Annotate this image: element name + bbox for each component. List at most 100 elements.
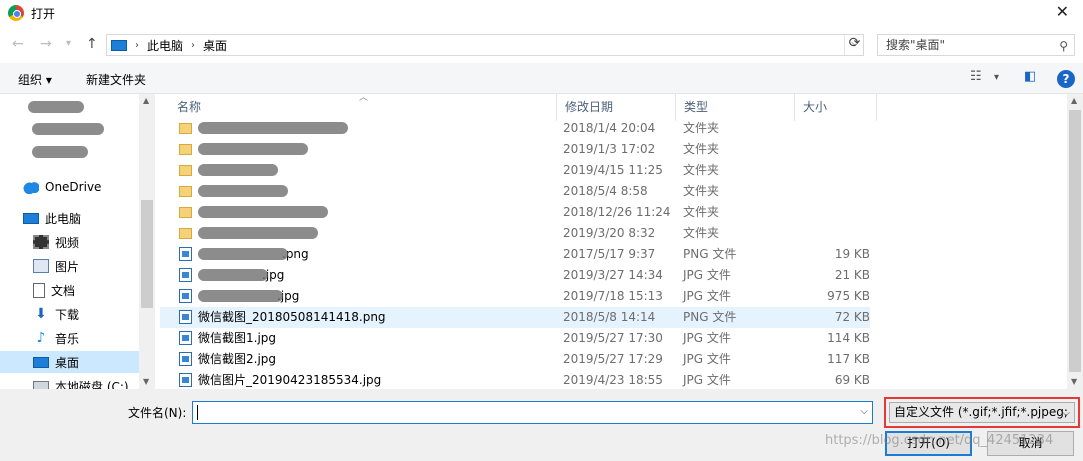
file-row[interactable]: 微信截图2.jpg 2019/5/27 17:29 JPG 文件 117 KB xyxy=(160,349,870,370)
image-file-icon xyxy=(179,352,192,366)
sidebar-item-videos[interactable]: 视频 xyxy=(0,231,139,253)
column-header-type[interactable]: 类型 xyxy=(676,94,795,121)
file-type: PNG 文件 xyxy=(683,310,737,324)
folder-icon xyxy=(179,165,192,176)
recent-locations-button[interactable]: ▾ xyxy=(66,38,71,49)
file-row[interactable]: 2018/5/4 8:58 文件夹 xyxy=(160,181,870,202)
sidebar-item-desktop[interactable]: 桌面 xyxy=(0,351,139,373)
folder-icon xyxy=(179,123,192,134)
chevron-down-icon[interactable]: ⌵ xyxy=(860,406,868,417)
search-icon[interactable]: ⚲ xyxy=(1059,36,1068,56)
search-input[interactable]: 搜索"桌面" ⚲ xyxy=(877,34,1075,56)
file-name: 微信图片_20190423185534.jpg xyxy=(198,373,382,387)
preview-pane-icon[interactable]: ◧ xyxy=(1024,69,1036,84)
sidebar-item-label: 本地磁盘 (C:) xyxy=(55,379,129,390)
new-folder-button[interactable]: 新建文件夹 xyxy=(86,71,146,88)
file-date: 2019/5/27 17:30 xyxy=(563,331,663,345)
file-type: 文件夹 xyxy=(683,121,720,135)
file-row[interactable]: .jpg 2019/7/18 15:13 JPG 文件 975 KB xyxy=(160,286,870,307)
redacted-item xyxy=(28,101,84,113)
file-row[interactable]: 2019/4/15 11:25 文件夹 xyxy=(160,160,870,181)
scrollbar-thumb[interactable] xyxy=(141,200,153,308)
sidebar-item-onedrive[interactable]: OneDrive xyxy=(0,176,139,198)
documents-icon xyxy=(33,282,45,298)
chevron-right-icon: › xyxy=(191,39,196,51)
file-date: 2018/5/8 14:14 xyxy=(563,310,656,324)
folder-icon xyxy=(179,228,192,239)
navigation-bar: ← → ▾ ↑ › 此电脑 › 桌面 ⌵ ⟳ 搜索"桌面" ⚲ xyxy=(0,26,1083,63)
file-date: 2019/3/27 14:34 xyxy=(563,268,663,282)
file-date: 2019/5/27 17:29 xyxy=(563,352,663,366)
file-date: 2019/4/15 11:25 xyxy=(563,163,663,177)
file-date: 2018/12/26 11:24 xyxy=(563,205,671,219)
redacted-name xyxy=(198,206,328,218)
chevron-down-icon[interactable]: ▾ xyxy=(994,72,999,83)
sidebar-item-pictures[interactable]: 图片 xyxy=(0,255,139,277)
file-row[interactable]: .png 2017/5/17 9:37 PNG 文件 19 KB xyxy=(160,244,870,265)
refresh-icon[interactable]: ⟳ xyxy=(844,35,864,55)
column-header-name[interactable]: 名称 xyxy=(169,94,557,121)
file-size: 117 KB xyxy=(827,352,870,366)
scroll-up-icon[interactable]: ▲ xyxy=(143,96,149,105)
sidebar-item-this-pc[interactable]: 此电脑 xyxy=(0,207,139,229)
organize-button[interactable]: 组织 ▾ xyxy=(18,71,52,88)
chevron-down-icon[interactable]: ⌵ xyxy=(1062,404,1070,422)
file-row[interactable]: 2019/1/3 17:02 文件夹 xyxy=(160,139,870,160)
sidebar-item-downloads[interactable]: ⬇ 下载 xyxy=(0,303,139,325)
close-button[interactable]: ✕ xyxy=(1056,2,1069,21)
breadcrumb-desktop[interactable]: 桌面 xyxy=(203,37,227,54)
desktop-icon xyxy=(33,356,49,368)
file-type-filter-highlight: 自定义文件 (*.gif;*.jfif;*.pjpeg; ⌵ xyxy=(884,397,1080,428)
filename-input[interactable]: ⌵ xyxy=(192,401,873,424)
file-row[interactable]: 2018/1/4 20:04 文件夹 xyxy=(160,118,870,139)
sidebar-item-music[interactable]: ♪ 音乐 xyxy=(0,327,139,349)
drive-icon xyxy=(33,381,49,389)
file-type: 文件夹 xyxy=(683,226,720,240)
forward-button[interactable]: → xyxy=(40,36,52,52)
chevron-right-icon: › xyxy=(135,39,139,51)
sidebar-item-local-disk-c[interactable]: 本地磁盘 (C:) xyxy=(0,375,139,389)
sidebar-item-label: 桌面 xyxy=(55,355,80,370)
file-row[interactable]: 微信图片_20190423185534.jpg 2019/4/23 18:55 JP… xyxy=(160,370,870,389)
column-header-size[interactable]: 大小 xyxy=(795,94,877,121)
scroll-down-icon[interactable]: ▼ xyxy=(1071,377,1077,386)
file-row[interactable]: 2018/12/26 11:24 文件夹 xyxy=(160,202,870,223)
file-list-scrollbar[interactable]: ▲ ▼ xyxy=(1067,94,1083,389)
file-size: 975 KB xyxy=(827,289,870,303)
redacted-name xyxy=(198,269,268,281)
file-row[interactable]: 微信截图_20180508141418.png 2018/5/8 14:14 PNG… xyxy=(160,307,870,328)
file-row[interactable]: 2019/3/20 8:32 文件夹 xyxy=(160,223,870,244)
sidebar-item-documents[interactable]: 文档 xyxy=(0,279,139,301)
sidebar-item-label: 此电脑 xyxy=(45,211,82,226)
redacted-item xyxy=(32,146,88,158)
back-button[interactable]: ← xyxy=(12,36,24,52)
scrollbar-thumb[interactable] xyxy=(1069,110,1081,372)
scroll-up-icon[interactable]: ▲ xyxy=(1071,96,1077,105)
file-type: JPG 文件 xyxy=(683,373,731,387)
redacted-name xyxy=(198,248,288,260)
image-file-icon xyxy=(179,247,192,261)
sidebar-item-label: 图片 xyxy=(55,259,80,274)
file-size: 69 KB xyxy=(834,373,870,387)
image-file-icon xyxy=(179,310,192,324)
view-options-icon[interactable]: ☷ xyxy=(970,69,982,84)
up-button[interactable]: ↑ xyxy=(86,36,98,52)
file-row[interactable]: 微信截图1.jpg 2019/5/27 17:30 JPG 文件 114 KB xyxy=(160,328,870,349)
address-bar[interactable]: › 此电脑 › 桌面 ⌵ xyxy=(106,34,864,56)
file-row[interactable]: .jpg 2019/3/27 14:34 JPG 文件 21 KB xyxy=(160,265,870,286)
computer-icon xyxy=(23,212,39,224)
folder-icon xyxy=(179,144,192,155)
file-type: PNG 文件 xyxy=(683,247,737,261)
file-list: ︿ 名称 修改日期 类型 大小 2018/1/4 20:04 文件夹 2019/1/… xyxy=(155,94,1083,389)
column-header-date[interactable]: 修改日期 xyxy=(557,94,676,121)
breadcrumb-this-pc[interactable]: 此电脑 xyxy=(147,37,183,54)
file-type-select[interactable]: 自定义文件 (*.gif;*.jfif;*.pjpeg; ⌵ xyxy=(889,402,1075,423)
file-type: 文件夹 xyxy=(683,163,720,177)
scroll-down-icon[interactable]: ▼ xyxy=(143,377,149,386)
sidebar-scrollbar[interactable]: ▲ ▼ xyxy=(139,94,155,389)
file-type: 文件夹 xyxy=(683,142,720,156)
help-icon[interactable]: ? xyxy=(1057,70,1075,88)
file-type: JPG 文件 xyxy=(683,268,731,282)
file-size: 114 KB xyxy=(827,331,870,345)
window-title: 打开 xyxy=(31,6,56,21)
